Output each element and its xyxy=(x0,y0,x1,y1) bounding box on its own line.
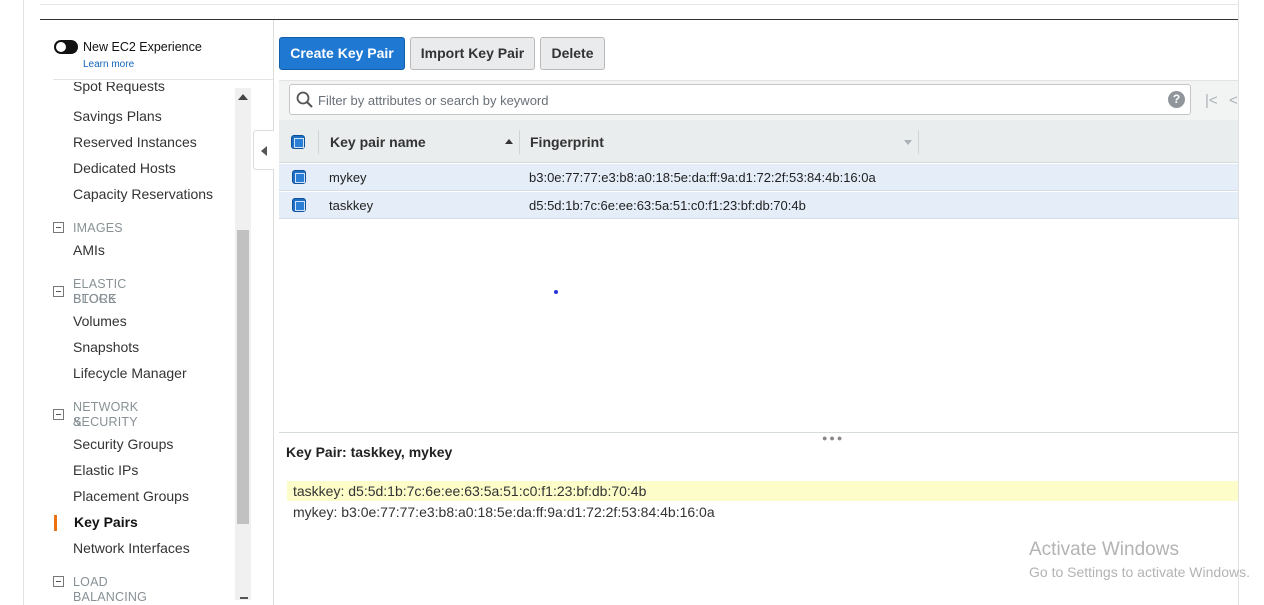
section-title-line-2: STORE xyxy=(73,292,117,306)
sidebar-scroll-thumb[interactable] xyxy=(237,230,249,524)
sidebar-collapse-button[interactable] xyxy=(253,130,274,170)
search-input[interactable] xyxy=(318,90,1158,110)
detail-title: Key Pair: taskkey, mykey xyxy=(286,444,453,460)
toggle-knob xyxy=(56,42,66,52)
sidebar-item-security-groups[interactable]: Security Groups xyxy=(73,436,173,452)
row-checkbox[interactable] xyxy=(292,198,306,212)
column-header-key-pair-name[interactable]: Key pair name xyxy=(330,134,426,150)
row-checkbox[interactable] xyxy=(292,170,306,184)
detail-fingerprint-line: mykey: b3:0e:77:77:e3:b8:a0:18:5e:da:ff:… xyxy=(293,504,715,520)
sidebar-item-savings-plans[interactable]: Savings Plans xyxy=(73,108,162,124)
help-icon[interactable]: ? xyxy=(1168,91,1185,108)
sidebar-item-snapshots[interactable]: Snapshots xyxy=(73,339,139,355)
sidebar-item-volumes[interactable]: Volumes xyxy=(73,313,127,329)
experience-divider xyxy=(53,79,273,80)
sidebar-item-reserved-instances[interactable]: Reserved Instances xyxy=(73,134,197,150)
collapse-icon xyxy=(53,409,64,420)
column-header-fingerprint[interactable]: Fingerprint xyxy=(530,134,604,150)
scroll-down-arrow-icon[interactable] xyxy=(240,597,248,599)
detail-pane-divider[interactable] xyxy=(279,432,1238,433)
create-key-pair-button[interactable]: Create Key Pair xyxy=(279,37,405,70)
top-strip xyxy=(40,0,1238,5)
section-title: IMAGES xyxy=(73,221,123,235)
first-page-icon[interactable]: |< xyxy=(1205,92,1218,109)
sidebar-item-placement-groups[interactable]: Placement Groups xyxy=(73,488,189,504)
column-divider xyxy=(918,130,919,154)
fingerprint-cell: b3:0e:77:77:e3:b8:a0:18:5e:da:ff:9a:d1:7… xyxy=(529,170,876,185)
sort-ascending-icon[interactable] xyxy=(505,139,513,144)
active-item-indicator xyxy=(54,515,57,531)
new-experience-label: New EC2 Experience xyxy=(83,40,202,54)
collapse-icon xyxy=(53,286,64,297)
column-divider xyxy=(519,130,520,154)
sort-toggle-icon[interactable] xyxy=(904,140,912,145)
column-divider xyxy=(318,130,319,154)
chevron-left-icon xyxy=(261,146,267,156)
learn-more-link[interactable]: Learn more xyxy=(83,59,134,70)
search-icon xyxy=(296,91,313,108)
sidebar-item-spot-requests[interactable]: Spot Requests xyxy=(73,82,165,98)
sidebar-item-network-interfaces[interactable]: Network Interfaces xyxy=(73,540,190,556)
section-title-line-2: SECURITY xyxy=(73,415,138,429)
prev-page-icon[interactable]: < xyxy=(1229,92,1238,109)
sidebar-item-label: Spot Requests xyxy=(73,82,165,94)
sidebar-item-amis[interactable]: AMIs xyxy=(73,242,105,258)
sidebar-item-dedicated-hosts[interactable]: Dedicated Hosts xyxy=(73,160,176,176)
cursor-dot xyxy=(554,290,558,294)
sidebar-divider xyxy=(273,20,274,605)
delete-button[interactable]: Delete xyxy=(540,37,605,70)
activate-windows-subtitle: Go to Settings to activate Windows. xyxy=(1029,564,1250,580)
activate-windows-title: Activate Windows xyxy=(1029,539,1179,560)
collapse-icon xyxy=(53,576,64,587)
section-title: LOAD BALANCING xyxy=(73,575,148,604)
sidebar-item-capacity-reservations[interactable]: Capacity Reservations xyxy=(73,186,213,202)
sidebar-item-key-pairs[interactable]: Key Pairs xyxy=(74,514,138,530)
fingerprint-cell: d5:5d:1b:7c:6e:ee:63:5a:51:c0:f1:23:bf:d… xyxy=(529,198,806,213)
detail-fingerprint-line: taskkey: d5:5d:1b:7c:6e:ee:63:5a:51:c0:f… xyxy=(293,483,647,499)
select-all-checkbox[interactable] xyxy=(291,135,305,149)
key-pair-name-cell: taskkey xyxy=(329,198,374,213)
new-experience-toggle[interactable] xyxy=(54,40,78,54)
collapse-icon xyxy=(53,222,64,233)
sidebar-item-lifecycle-manager[interactable]: Lifecycle Manager xyxy=(73,365,187,381)
key-pair-name-cell: mykey xyxy=(329,170,367,185)
page-frame-right xyxy=(1238,0,1239,605)
resize-grip-icon[interactable]: ●●● xyxy=(822,434,844,443)
import-key-pair-button[interactable]: Import Key Pair xyxy=(410,37,535,70)
sidebar-item-elastic-ips[interactable]: Elastic IPs xyxy=(73,462,138,478)
scroll-up-arrow-icon[interactable] xyxy=(238,94,248,100)
